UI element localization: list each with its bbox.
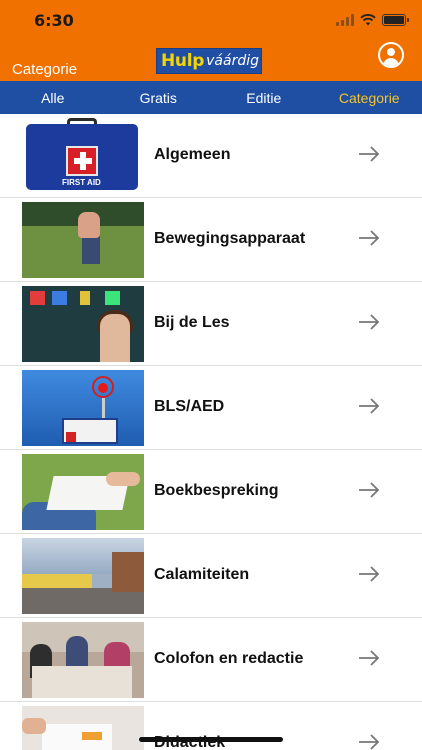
tab-gratis[interactable]: Gratis [106, 81, 212, 114]
category-label: Bij de Les [154, 314, 230, 331]
tab-editie[interactable]: Editie [211, 81, 317, 114]
classroom-board-image [22, 286, 144, 362]
app-logo: Hulp váárdig [156, 48, 262, 74]
tab-categorie[interactable]: Categorie [317, 81, 422, 114]
home-indicator [139, 737, 283, 742]
first-aid-label: FIRST AID [62, 178, 101, 187]
arrow-right-icon [359, 146, 380, 162]
category-row-algemeen[interactable]: FIRST AID Algemeen [0, 114, 422, 198]
category-row-boekbespreking[interactable]: Boekbespreking [0, 450, 422, 534]
category-tabs: Alle Gratis Editie Categorie [0, 81, 422, 114]
app-header: 6:30 Categorie Hulp váárdig [0, 0, 422, 81]
category-row-didactiek[interactable]: Didactiek [0, 702, 422, 750]
arrow-right-icon [359, 566, 380, 582]
arrow-right-icon [359, 314, 380, 330]
status-icons [336, 12, 409, 28]
category-list: FIRST AID Algemeen Bewegingsapparaat Bij… [0, 114, 422, 750]
cellular-signal-icon [336, 14, 354, 26]
logo-text-hulp: Hulp [161, 51, 205, 71]
train-station-image [22, 538, 144, 614]
arrow-right-icon [359, 398, 380, 414]
category-label: BLS/AED [154, 398, 225, 415]
category-label: Calamiteiten [154, 566, 250, 583]
category-label: Algemeen [154, 146, 231, 163]
category-row-calamiteiten[interactable]: Calamiteiten [0, 534, 422, 618]
person-on-field-image [22, 202, 144, 278]
header-category-label: Categorie [12, 61, 78, 78]
meeting-people-image [22, 622, 144, 698]
wifi-icon [360, 14, 376, 26]
logo-text-vaardig: váárdig [206, 53, 260, 69]
arrow-right-icon [359, 734, 380, 750]
category-label: Boekbespreking [154, 482, 279, 499]
category-row-bewegingsapparaat[interactable]: Bewegingsapparaat [0, 198, 422, 282]
writing-on-grass-image [22, 454, 144, 530]
category-label: Bewegingsapparaat [154, 230, 306, 247]
profile-icon[interactable] [378, 42, 404, 68]
category-label: Colofon en redactie [154, 650, 304, 667]
arrow-right-icon [359, 482, 380, 498]
category-row-bls-aed[interactable]: BLS/AED [0, 366, 422, 450]
heart-sign-image [22, 370, 144, 446]
category-row-bij-de-les[interactable]: Bij de Les [0, 282, 422, 366]
status-time: 6:30 [34, 11, 74, 30]
desk-work-image [22, 706, 144, 750]
arrow-right-icon [359, 650, 380, 666]
arrow-right-icon [359, 230, 380, 246]
category-row-colofon[interactable]: Colofon en redactie [0, 618, 422, 702]
first-aid-kit-image: FIRST AID [22, 118, 144, 194]
tab-alle[interactable]: Alle [0, 81, 106, 114]
battery-icon [382, 14, 409, 26]
